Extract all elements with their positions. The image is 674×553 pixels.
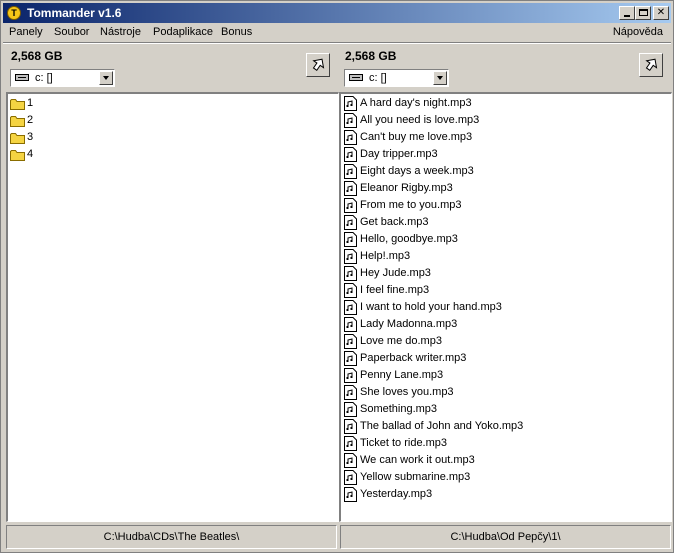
left-drive-select[interactable]: c: []: [10, 69, 115, 87]
minimize-button[interactable]: [619, 6, 635, 20]
app-icon[interactable]: T: [7, 6, 21, 20]
file-row-label: We can work it out.mp3: [360, 454, 475, 466]
audio-file-icon: [344, 351, 357, 366]
audio-file-icon: [344, 113, 357, 128]
audio-file-icon: [344, 130, 357, 145]
file-row-label: Ticket to ride.mp3: [360, 437, 448, 449]
file-row-label: I feel fine.mp3: [360, 284, 430, 296]
file-row-label: Yellow submarine.mp3: [360, 471, 471, 483]
file-row-label: Paperback writer.mp3: [360, 352, 467, 364]
file-row-label: Get back.mp3: [360, 216, 429, 228]
folder-row-label: 3: [27, 131, 34, 143]
up-directory-icon: [312, 58, 325, 71]
audio-file-icon: [344, 487, 357, 502]
right-path-status: C:\Hudba\Od Pepčy\1\: [340, 525, 671, 549]
file-row-label: From me to you.mp3: [360, 199, 462, 211]
title-bar[interactable]: T Tommander v1.6 ✕: [3, 3, 671, 23]
chevron-down-icon[interactable]: [433, 71, 447, 85]
menu-nastroje[interactable]: Nástroje: [100, 26, 141, 38]
audio-file-icon: [344, 215, 357, 230]
audio-file-icon: [344, 453, 357, 468]
right-drive-select[interactable]: c: []: [344, 69, 449, 87]
right-up-button[interactable]: [639, 53, 663, 77]
file-row-label: Can't buy me love.mp3: [360, 131, 473, 143]
audio-file-icon: [344, 300, 357, 315]
audio-file-icon: [344, 147, 357, 162]
file-row-label: A hard day's night.mp3: [360, 97, 472, 109]
left-file-list[interactable]: 1 2 3 4: [6, 92, 339, 522]
minimize-icon: [624, 15, 630, 17]
menu-bar: Panely Soubor Nástroje Podaplikace Bonus…: [3, 24, 671, 42]
folder-icon: [10, 116, 25, 127]
audio-file-icon: [344, 164, 357, 179]
right-drive-value: c: []: [369, 72, 387, 84]
menu-napoveda[interactable]: Nápověda: [613, 26, 663, 38]
audio-file-icon: [344, 96, 357, 111]
folder-icon: [10, 150, 25, 161]
up-directory-icon: [645, 58, 658, 71]
audio-file-icon: [344, 402, 357, 417]
file-row-label: Love me do.mp3: [360, 335, 442, 347]
audio-file-icon: [344, 368, 357, 383]
folder-row-label: 2: [27, 114, 34, 126]
menu-panely[interactable]: Panely: [9, 26, 43, 38]
file-row-label: Day tripper.mp3: [360, 148, 438, 160]
maximize-icon: [639, 9, 648, 16]
menu-podaplikace[interactable]: Podaplikace: [153, 26, 213, 38]
audio-file-icon: [344, 232, 357, 247]
right-panel-header: 2,568 GB c: []: [337, 45, 671, 92]
folder-row-label: 1: [27, 97, 34, 109]
file-row-label: I want to hold your hand.mp3: [360, 301, 502, 313]
folder-row-label: 4: [27, 148, 34, 160]
left-up-button[interactable]: [306, 53, 330, 77]
chevron-down-icon[interactable]: [99, 71, 113, 85]
file-row-label: Lady Madonna.mp3: [360, 318, 458, 330]
audio-file-icon: [344, 198, 357, 213]
right-file-list[interactable]: A hard day's night.mp3 All you need is lo…: [339, 92, 672, 522]
file-row-label: Eight days a week.mp3: [360, 165, 474, 177]
drive-icon: [349, 74, 363, 81]
file-row-label: Something.mp3: [360, 403, 438, 415]
audio-file-icon: [344, 334, 357, 349]
file-row-label: She loves you.mp3: [360, 386, 454, 398]
audio-file-icon: [344, 470, 357, 485]
menu-bonus[interactable]: Bonus: [221, 26, 252, 38]
maximize-button[interactable]: [635, 6, 651, 20]
left-path-status: C:\Hudba\CDs\The Beatles\: [6, 525, 337, 549]
file-row-label: Help!.mp3: [360, 250, 411, 262]
drive-icon: [15, 74, 29, 81]
left-panel-header: 2,568 GB c: []: [3, 45, 337, 92]
audio-file-icon: [344, 436, 357, 451]
window-title: Tommander v1.6: [27, 6, 122, 20]
file-row-label: Yesterday.mp3: [360, 488, 433, 500]
audio-file-icon: [344, 283, 357, 298]
file-row-label: Hey Jude.mp3: [360, 267, 431, 279]
folder-icon: [10, 133, 25, 144]
audio-file-icon: [344, 266, 357, 281]
audio-file-icon: [344, 317, 357, 332]
audio-file-icon: [344, 249, 357, 264]
menu-soubor[interactable]: Soubor: [54, 26, 89, 38]
file-row-label: Eleanor Rigby.mp3: [360, 182, 453, 194]
right-free-space: 2,568 GB: [345, 49, 397, 63]
folder-icon: [10, 99, 25, 110]
file-row-label: All you need is love.mp3: [360, 114, 480, 126]
audio-file-icon: [344, 419, 357, 434]
left-free-space: 2,568 GB: [11, 49, 63, 63]
file-row-label: Penny Lane.mp3: [360, 369, 444, 381]
audio-file-icon: [344, 385, 357, 400]
audio-file-icon: [344, 181, 357, 196]
left-drive-value: c: []: [35, 72, 53, 84]
file-row-label: Hello, goodbye.mp3: [360, 233, 458, 245]
file-row-label: The ballad of John and Yoko.mp3: [360, 420, 524, 432]
menu-separator: [3, 42, 671, 44]
app-window: T Tommander v1.6 ✕ Panely Soubor Nástroj…: [0, 0, 674, 553]
close-button[interactable]: ✕: [653, 6, 669, 20]
close-icon: ✕: [656, 7, 666, 18]
